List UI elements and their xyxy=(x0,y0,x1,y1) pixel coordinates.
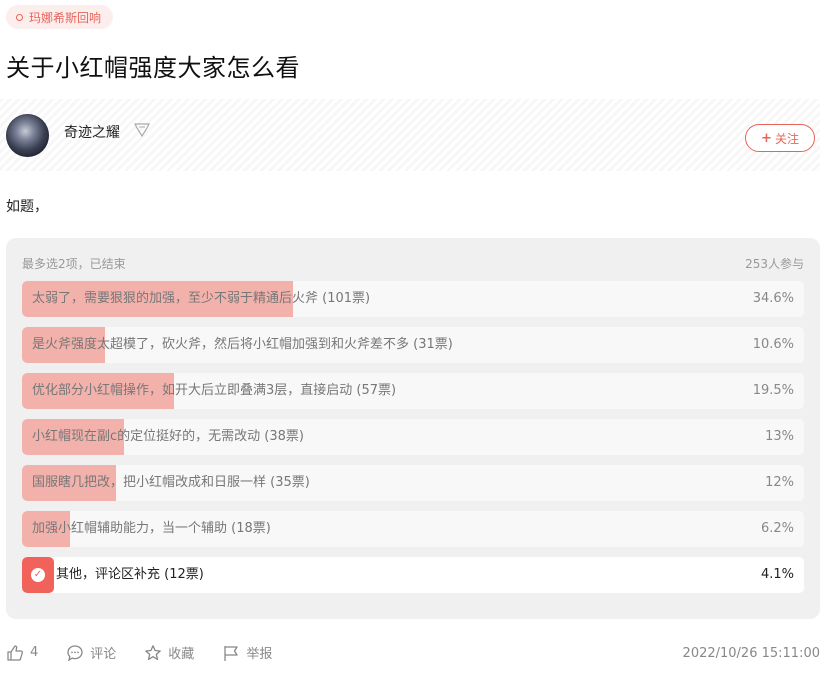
poll-option[interactable]: 小红帽现在副c的定位挺好的，无需改动 (38票) 13% xyxy=(22,419,804,455)
author-name[interactable]: 奇迹之耀 xyxy=(64,122,120,142)
like-count: 4 xyxy=(30,645,39,660)
poll-option-percent: 6.2% xyxy=(760,521,794,536)
poll-info: 最多选2项，已结束 xyxy=(22,257,126,271)
thumbs-up-icon xyxy=(7,644,23,661)
section-tag[interactable]: 玛娜希斯回响 xyxy=(6,5,114,29)
author-bar xyxy=(0,99,820,171)
poll-option[interactable]: 太弱了，需要狠狠的加强，至少不弱于精通后火斧 (101票) 34.6% xyxy=(22,281,804,317)
circle-icon xyxy=(16,13,23,21)
post-title: 关于小红帽强度大家怎么看 xyxy=(6,54,300,82)
post-body: 如题， xyxy=(6,199,48,215)
comment-label: 评论 xyxy=(90,647,117,662)
section-tag-label: 玛娜希斯回响 xyxy=(29,10,102,25)
poll-header: 最多选2项，已结束 253人参与 xyxy=(22,255,804,272)
poll-option-selected[interactable]: ✓ 其他，评论区补充 (12票) 4.1% xyxy=(22,557,804,593)
comment-button[interactable]: 评论 xyxy=(66,643,116,662)
poll-option-label: 加强小红帽辅助能力，当一个辅助 (18票) xyxy=(32,521,271,536)
avatar[interactable] xyxy=(6,114,49,157)
level-badge-icon xyxy=(134,123,150,138)
check-icon: ✓ xyxy=(31,568,45,582)
poll-option-label: 其他，评论区补充 (12票) xyxy=(56,567,204,582)
follow-label: 关注 xyxy=(774,131,799,146)
poll-option-percent: 13% xyxy=(765,429,794,444)
poll-card: 最多选2项，已结束 253人参与 太弱了，需要狠狠的加强，至少不弱于精通后火斧 … xyxy=(6,238,820,619)
poll-option-percent: 34.6% xyxy=(752,291,794,306)
poll-option-percent: 19.5% xyxy=(752,383,794,398)
poll-participants: 253人参与 xyxy=(745,257,804,271)
report-label: 举报 xyxy=(246,647,273,662)
poll-option[interactable]: 是火斧强度太超模了，砍火斧，然后将小红帽加强到和火斧差不多 (31票) 10.6… xyxy=(22,327,804,363)
plus-icon: + xyxy=(761,130,772,146)
star-icon xyxy=(145,644,162,660)
poll-option[interactable]: 优化部分小红帽操作，如开大后立即叠满3层，直接启动 (57票) 19.5% xyxy=(22,373,804,409)
poll-option-label: 太弱了，需要狠狠的加强，至少不弱于精通后火斧 (101票) xyxy=(32,291,371,306)
favorite-button[interactable]: 收藏 xyxy=(144,643,194,662)
follow-button[interactable]: + 关注 xyxy=(745,124,815,152)
poll-option-label: 小红帽现在副c的定位挺好的，无需改动 (38票) xyxy=(32,429,304,444)
poll-option-label: 优化部分小红帽操作，如开大后立即叠满3层，直接启动 (57票) xyxy=(32,383,397,398)
comment-icon xyxy=(67,644,83,661)
favorite-label: 收藏 xyxy=(168,647,195,662)
poll-option[interactable]: 加强小红帽辅助能力，当一个辅助 (18票) 6.2% xyxy=(22,511,804,547)
poll-option[interactable]: 国服瞎几把改，把小红帽改成和日服一样 (35票) 12% xyxy=(22,465,804,501)
poll-option-percent: 12% xyxy=(765,475,794,490)
flag-icon xyxy=(224,645,238,661)
action-bar: 4 评论 收藏 举报 xyxy=(6,643,300,662)
poll-option-percent: 4.1% xyxy=(760,567,794,582)
report-button[interactable]: 举报 xyxy=(222,643,272,662)
like-button[interactable]: 4 xyxy=(6,644,38,662)
poll-option-label: 国服瞎几把改，把小红帽改成和日服一样 (35票) xyxy=(32,475,310,490)
post-date: 2022/10/26 15:11:00 xyxy=(682,646,820,661)
poll-option-label: 是火斧强度太超模了，砍火斧，然后将小红帽加强到和火斧差不多 (31票) xyxy=(32,337,453,352)
poll-option-percent: 10.6% xyxy=(752,337,794,352)
